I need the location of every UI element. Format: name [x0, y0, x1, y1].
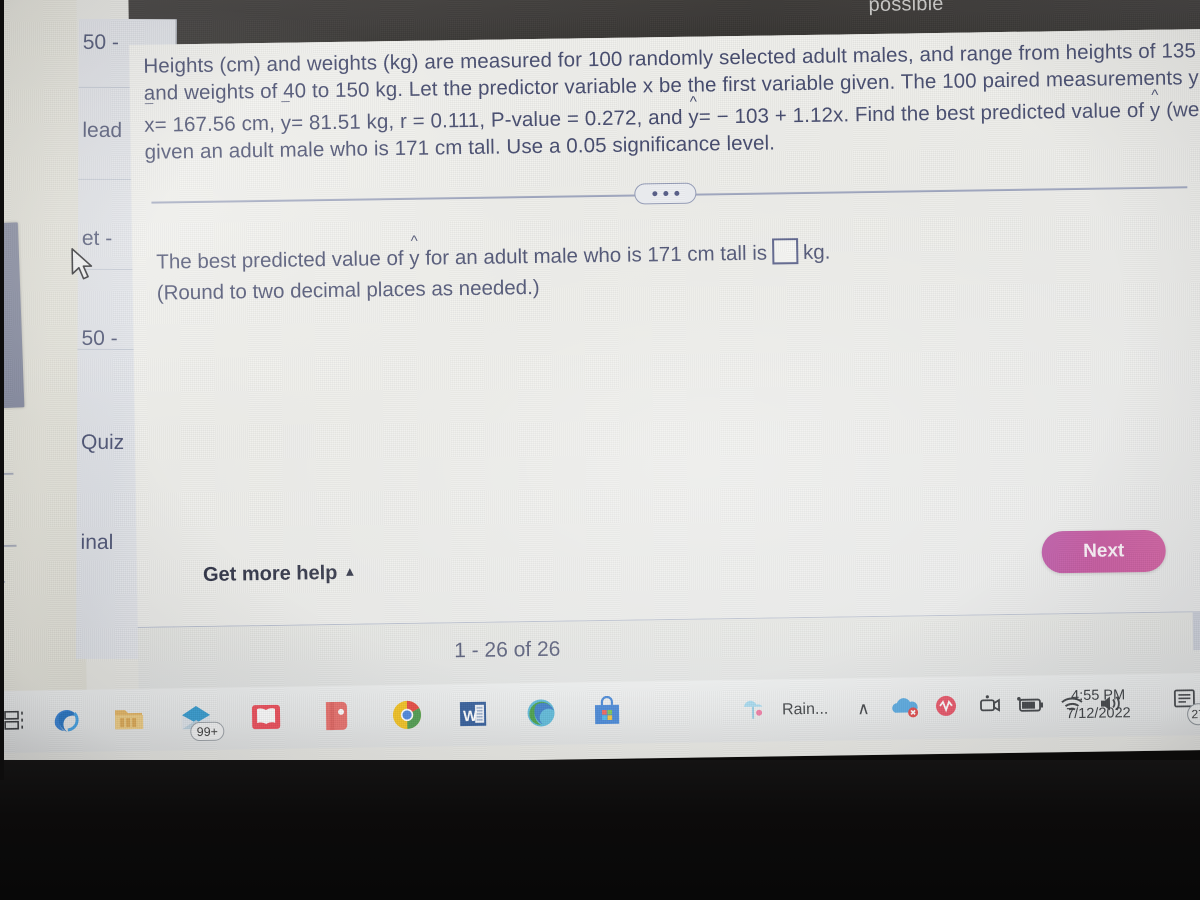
monitor-screen: 50 - lead et - 50 - Quiz inal possible H… — [0, 0, 1200, 769]
sidebar-item-label: lead — [82, 118, 123, 143]
caret-up-icon: ▲ — [343, 563, 357, 579]
safety-app-icon[interactable] — [934, 694, 958, 722]
notification-center-icon[interactable]: 27 — [1171, 687, 1200, 726]
sidebar-item-label: 50 - — [81, 326, 118, 351]
weather-label[interactable]: Rain... — [782, 701, 829, 720]
sidebar-item-label: inal — [80, 530, 114, 554]
chrome-icon[interactable] — [387, 695, 428, 736]
sidebar-item-5[interactable]: inal — [81, 531, 114, 555]
question-statement: Heights (cm) and weights (kg) are measur… — [143, 37, 1200, 166]
possible-points-label: possible — [868, 0, 944, 17]
sidebar-item-3[interactable]: 50 - — [81, 327, 117, 351]
photo-of-screen: 50 - lead et - 50 - Quiz inal possible H… — [0, 0, 1200, 900]
sidebar-item-1[interactable]: lead — [82, 119, 122, 143]
sidebar-item-label: Quiz — [80, 430, 125, 455]
file-explorer-icon[interactable] — [109, 699, 150, 740]
y-hat-symbol-answer: ^ y — [409, 232, 420, 270]
notification-count-badge: 27 — [1186, 703, 1200, 726]
question-pane: Heights (cm) and weights (kg) are measur… — [129, 28, 1200, 627]
ellipsis-dot — [673, 190, 679, 196]
expand-ellipsis-button[interactable] — [634, 182, 697, 205]
x-bar-symbol: ¯ x — [144, 101, 155, 137]
next-button[interactable]: Next — [1041, 529, 1167, 574]
y-hat-symbol-2: ^ y — [1149, 86, 1161, 122]
battery-icon[interactable] — [1016, 694, 1046, 718]
next-button-label: Next — [1082, 540, 1125, 562]
sidebar-item-0[interactable]: 50 - — [83, 31, 119, 55]
edge-icon[interactable] — [46, 700, 87, 741]
clock-time: 4:55 PM — [1070, 687, 1126, 705]
sticky-note-icon[interactable] — [316, 696, 357, 737]
taskbar-icon-group: 99+ W — [0, 680, 732, 753]
answer-block: The best predicted value of ^ y for an ad… — [156, 233, 1057, 308]
pager-label: 1 - 26 of 26 — [453, 637, 561, 663]
sidebar-item-label: et - — [81, 226, 113, 250]
mail-unread-badge: 99+ — [190, 721, 225, 742]
sidebar-item-label: 50 - — [82, 30, 119, 55]
y-hat-symbol-1: ^ y — [688, 93, 699, 129]
book-icon[interactable] — [246, 697, 287, 738]
mail-icon[interactable]: 99+ — [176, 698, 225, 742]
y-bar-symbol: ¯ y — [280, 99, 292, 135]
ellipsis-dot — [651, 191, 657, 197]
get-more-help-label: Get more help — [202, 561, 338, 586]
svg-text:W: W — [463, 708, 478, 725]
onedrive-icon[interactable] — [891, 694, 921, 722]
microsoft-store-icon[interactable] — [587, 692, 628, 733]
chevron-up-icon[interactable]: ∧ — [857, 699, 870, 719]
photo-bezel-bottom — [0, 760, 1200, 900]
photo-bezel-left — [0, 0, 4, 780]
edge-beta-icon[interactable] — [521, 693, 562, 734]
sidebar-item-4[interactable]: Quiz — [81, 431, 124, 455]
answer-unit: kg. — [802, 240, 831, 265]
answer-input[interactable] — [771, 238, 799, 265]
webcam-icon[interactable] — [977, 694, 1003, 720]
get-more-help-button[interactable]: Get more help ▲ — [203, 562, 357, 587]
taskbar-clock[interactable]: 4:55 PM 7/12/2022 — [1066, 686, 1131, 723]
weather-icon[interactable] — [739, 694, 770, 728]
word-icon[interactable]: W — [453, 694, 494, 735]
clock-date: 7/12/2022 — [1066, 705, 1131, 723]
start-icon[interactable] — [0, 700, 35, 741]
ellipsis-dot — [662, 191, 668, 197]
